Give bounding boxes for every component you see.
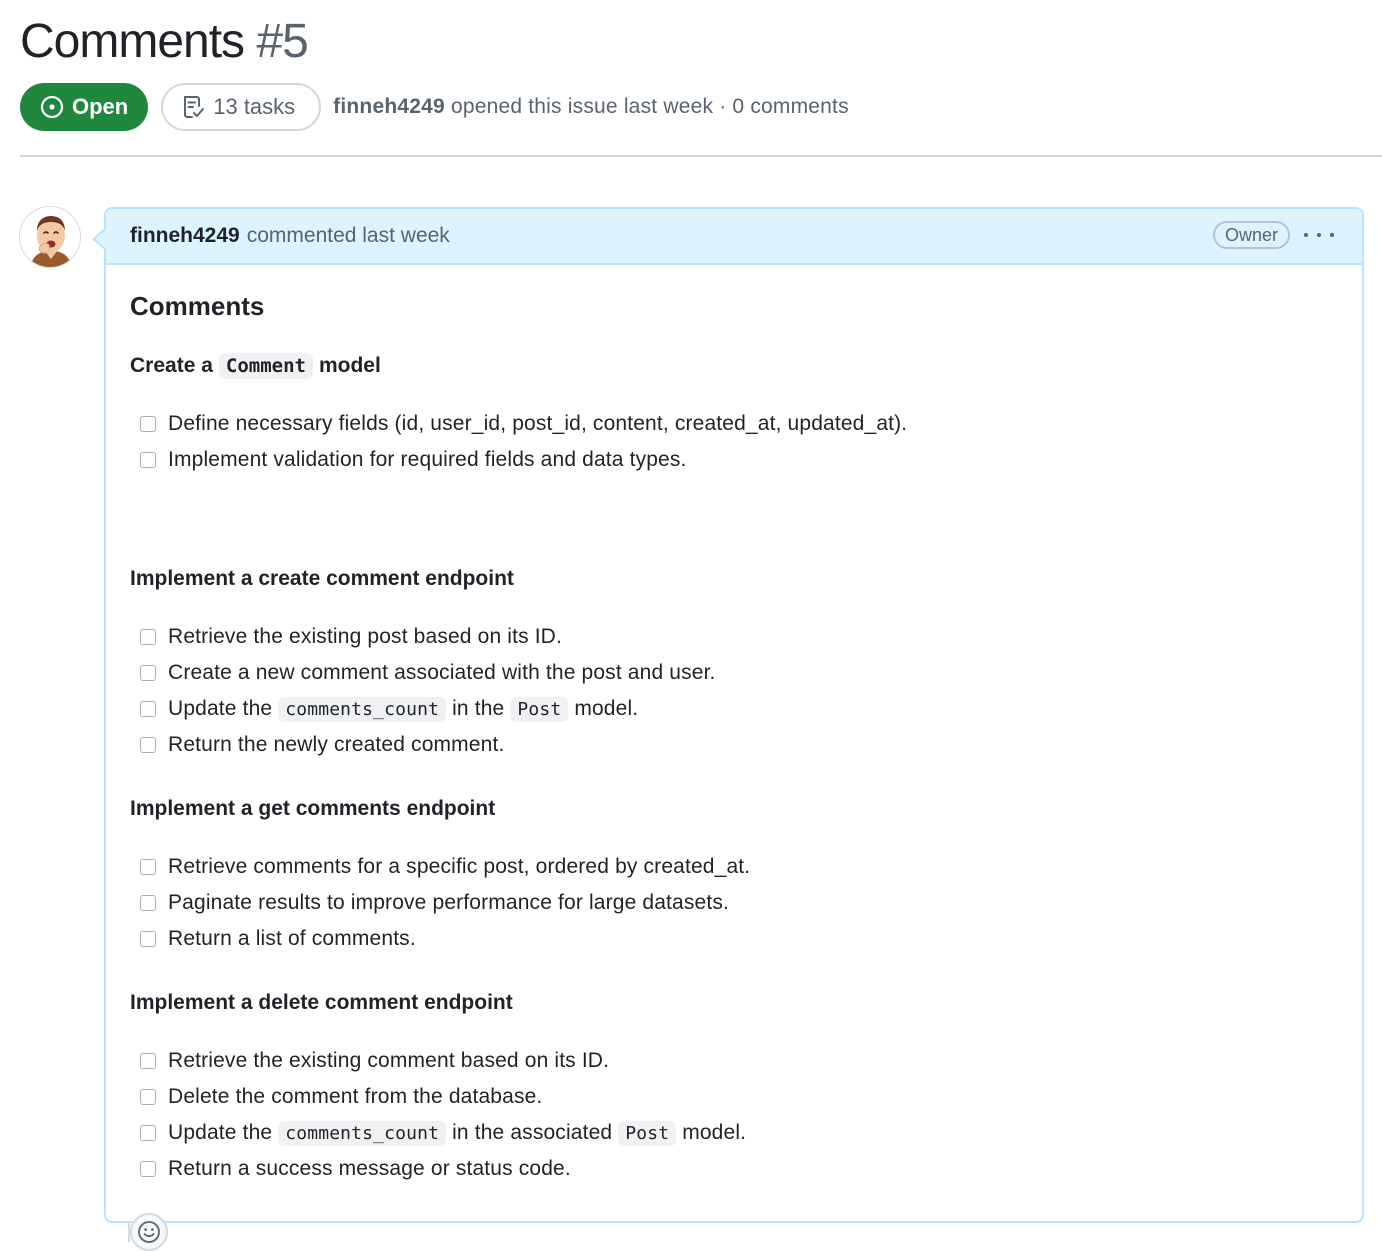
issue-meta: Open 13 tasks finneh4249 opened this iss… (20, 82, 849, 132)
task-list-item: Return a success message or status code. (140, 1154, 571, 1184)
section-heading-prefix: Create a (130, 354, 213, 377)
task-checkbox[interactable] (140, 859, 156, 875)
task-list-item: Update the comments_count in the associa… (140, 1118, 746, 1148)
section-heading: Create a Comment model (130, 353, 381, 379)
task-checkbox[interactable] (140, 737, 156, 753)
issue-opened-icon (40, 95, 64, 119)
task-checkbox[interactable] (140, 931, 156, 947)
task-text-pre: Update the (168, 1121, 273, 1144)
tasks-count-button[interactable]: 13 tasks (161, 83, 322, 131)
task-checkbox[interactable] (140, 1161, 156, 1177)
kebab-dot (1304, 233, 1308, 237)
task-text-pre: Update the (168, 697, 273, 720)
task-list-item: Delete the comment from the database. (140, 1082, 542, 1112)
avatar[interactable] (19, 206, 81, 268)
task-checkbox[interactable] (140, 452, 156, 468)
task-list-item: Create a new comment associated with the… (140, 658, 716, 688)
task-text-mid: in the associated (452, 1121, 613, 1144)
task-list-item: Return the newly created comment. (140, 730, 504, 760)
comment-timestamp[interactable]: commented last week (247, 224, 450, 248)
task-text: Delete the comment from the database. (168, 1085, 543, 1108)
task-list-item: Define necessary fields (id, user_id, po… (140, 409, 907, 439)
task-text: Paginate results to improve performance … (168, 891, 729, 914)
comment-card: finneh4249 commented last week Owner Com… (92, 207, 1364, 1251)
inline-code: Comment (218, 353, 313, 379)
task-list-item: Retrieve the existing post based on its … (140, 622, 562, 652)
issue-title-text: Comments (20, 15, 245, 68)
comment-author-link[interactable]: finneh4249 (130, 224, 240, 248)
issue-number: #5 (256, 15, 308, 68)
task-list-item: Return a list of comments. (140, 924, 416, 954)
task-text: Return a list of comments. (168, 927, 416, 950)
comment-body-title: Comments (130, 291, 265, 321)
tasks-count-label: 13 tasks (213, 94, 296, 119)
task-text-post: model. (682, 1121, 747, 1144)
task-list-item: Retrieve comments for a specific post, o… (140, 852, 750, 882)
task-list-item: Update the comments_count in the Post mo… (140, 694, 638, 724)
task-text: Retrieve comments for a specific post, o… (168, 855, 751, 878)
checklist-icon (181, 94, 205, 120)
task-checkbox[interactable] (140, 416, 156, 432)
add-reaction-button[interactable] (130, 1213, 168, 1251)
smiley-icon (137, 1220, 161, 1244)
task-text-mid: in the (452, 697, 505, 720)
inline-code: Post (510, 696, 569, 722)
section-heading: Implement a create comment endpoint (130, 567, 514, 590)
task-list-item: Retrieve the existing comment based on i… (140, 1046, 609, 1076)
comment-header: finneh4249 commented last week Owner (106, 209, 1362, 265)
task-checkbox[interactable] (140, 895, 156, 911)
issue-opened-text: opened this issue last week · 0 comments (450, 95, 849, 118)
owner-badge: Owner (1212, 221, 1290, 249)
task-checkbox[interactable] (140, 1089, 156, 1105)
task-text: Retrieve the existing comment based on i… (168, 1049, 610, 1072)
kebab-dot (1330, 233, 1334, 237)
inline-code: Post (618, 1120, 677, 1146)
section-heading-suffix: model (318, 354, 381, 377)
task-text: Return the newly created comment. (168, 733, 505, 756)
task-text-post: model. (574, 697, 639, 720)
task-list-item: Implement validation for required fields… (140, 445, 687, 475)
kebab-horizontal-icon[interactable] (1304, 223, 1334, 247)
issue-state-badge[interactable]: Open (20, 83, 149, 131)
task-text: Retrieve the existing post based on its … (168, 625, 562, 648)
task-checkbox[interactable] (140, 629, 156, 645)
task-text: Define necessary fields (id, user_id, po… (168, 412, 908, 435)
inline-code: comments_count (278, 1120, 447, 1146)
task-text: Implement validation for required fields… (168, 448, 687, 471)
section-heading: Implement a get comments endpoint (130, 797, 496, 820)
task-list-item: Paginate results to improve performance … (140, 888, 729, 918)
section-heading: Implement a delete comment endpoint (130, 991, 513, 1014)
issue-opened-summary: finneh4249 opened this issue last week ·… (333, 95, 849, 119)
task-checkbox[interactable] (140, 665, 156, 681)
task-checkbox[interactable] (140, 1053, 156, 1069)
task-text: Create a new comment associated with the… (168, 661, 716, 684)
kebab-dot (1317, 233, 1321, 237)
inline-code: comments_count (278, 696, 447, 722)
issue-state-label: Open (72, 94, 129, 119)
issue-author-link[interactable]: finneh4249 (333, 95, 445, 118)
task-checkbox[interactable] (140, 1125, 156, 1141)
task-checkbox[interactable] (140, 701, 156, 717)
header-divider (20, 155, 1382, 157)
task-text: Return a success message or status code. (168, 1157, 571, 1180)
issue-title: Comments #5 (20, 12, 309, 72)
